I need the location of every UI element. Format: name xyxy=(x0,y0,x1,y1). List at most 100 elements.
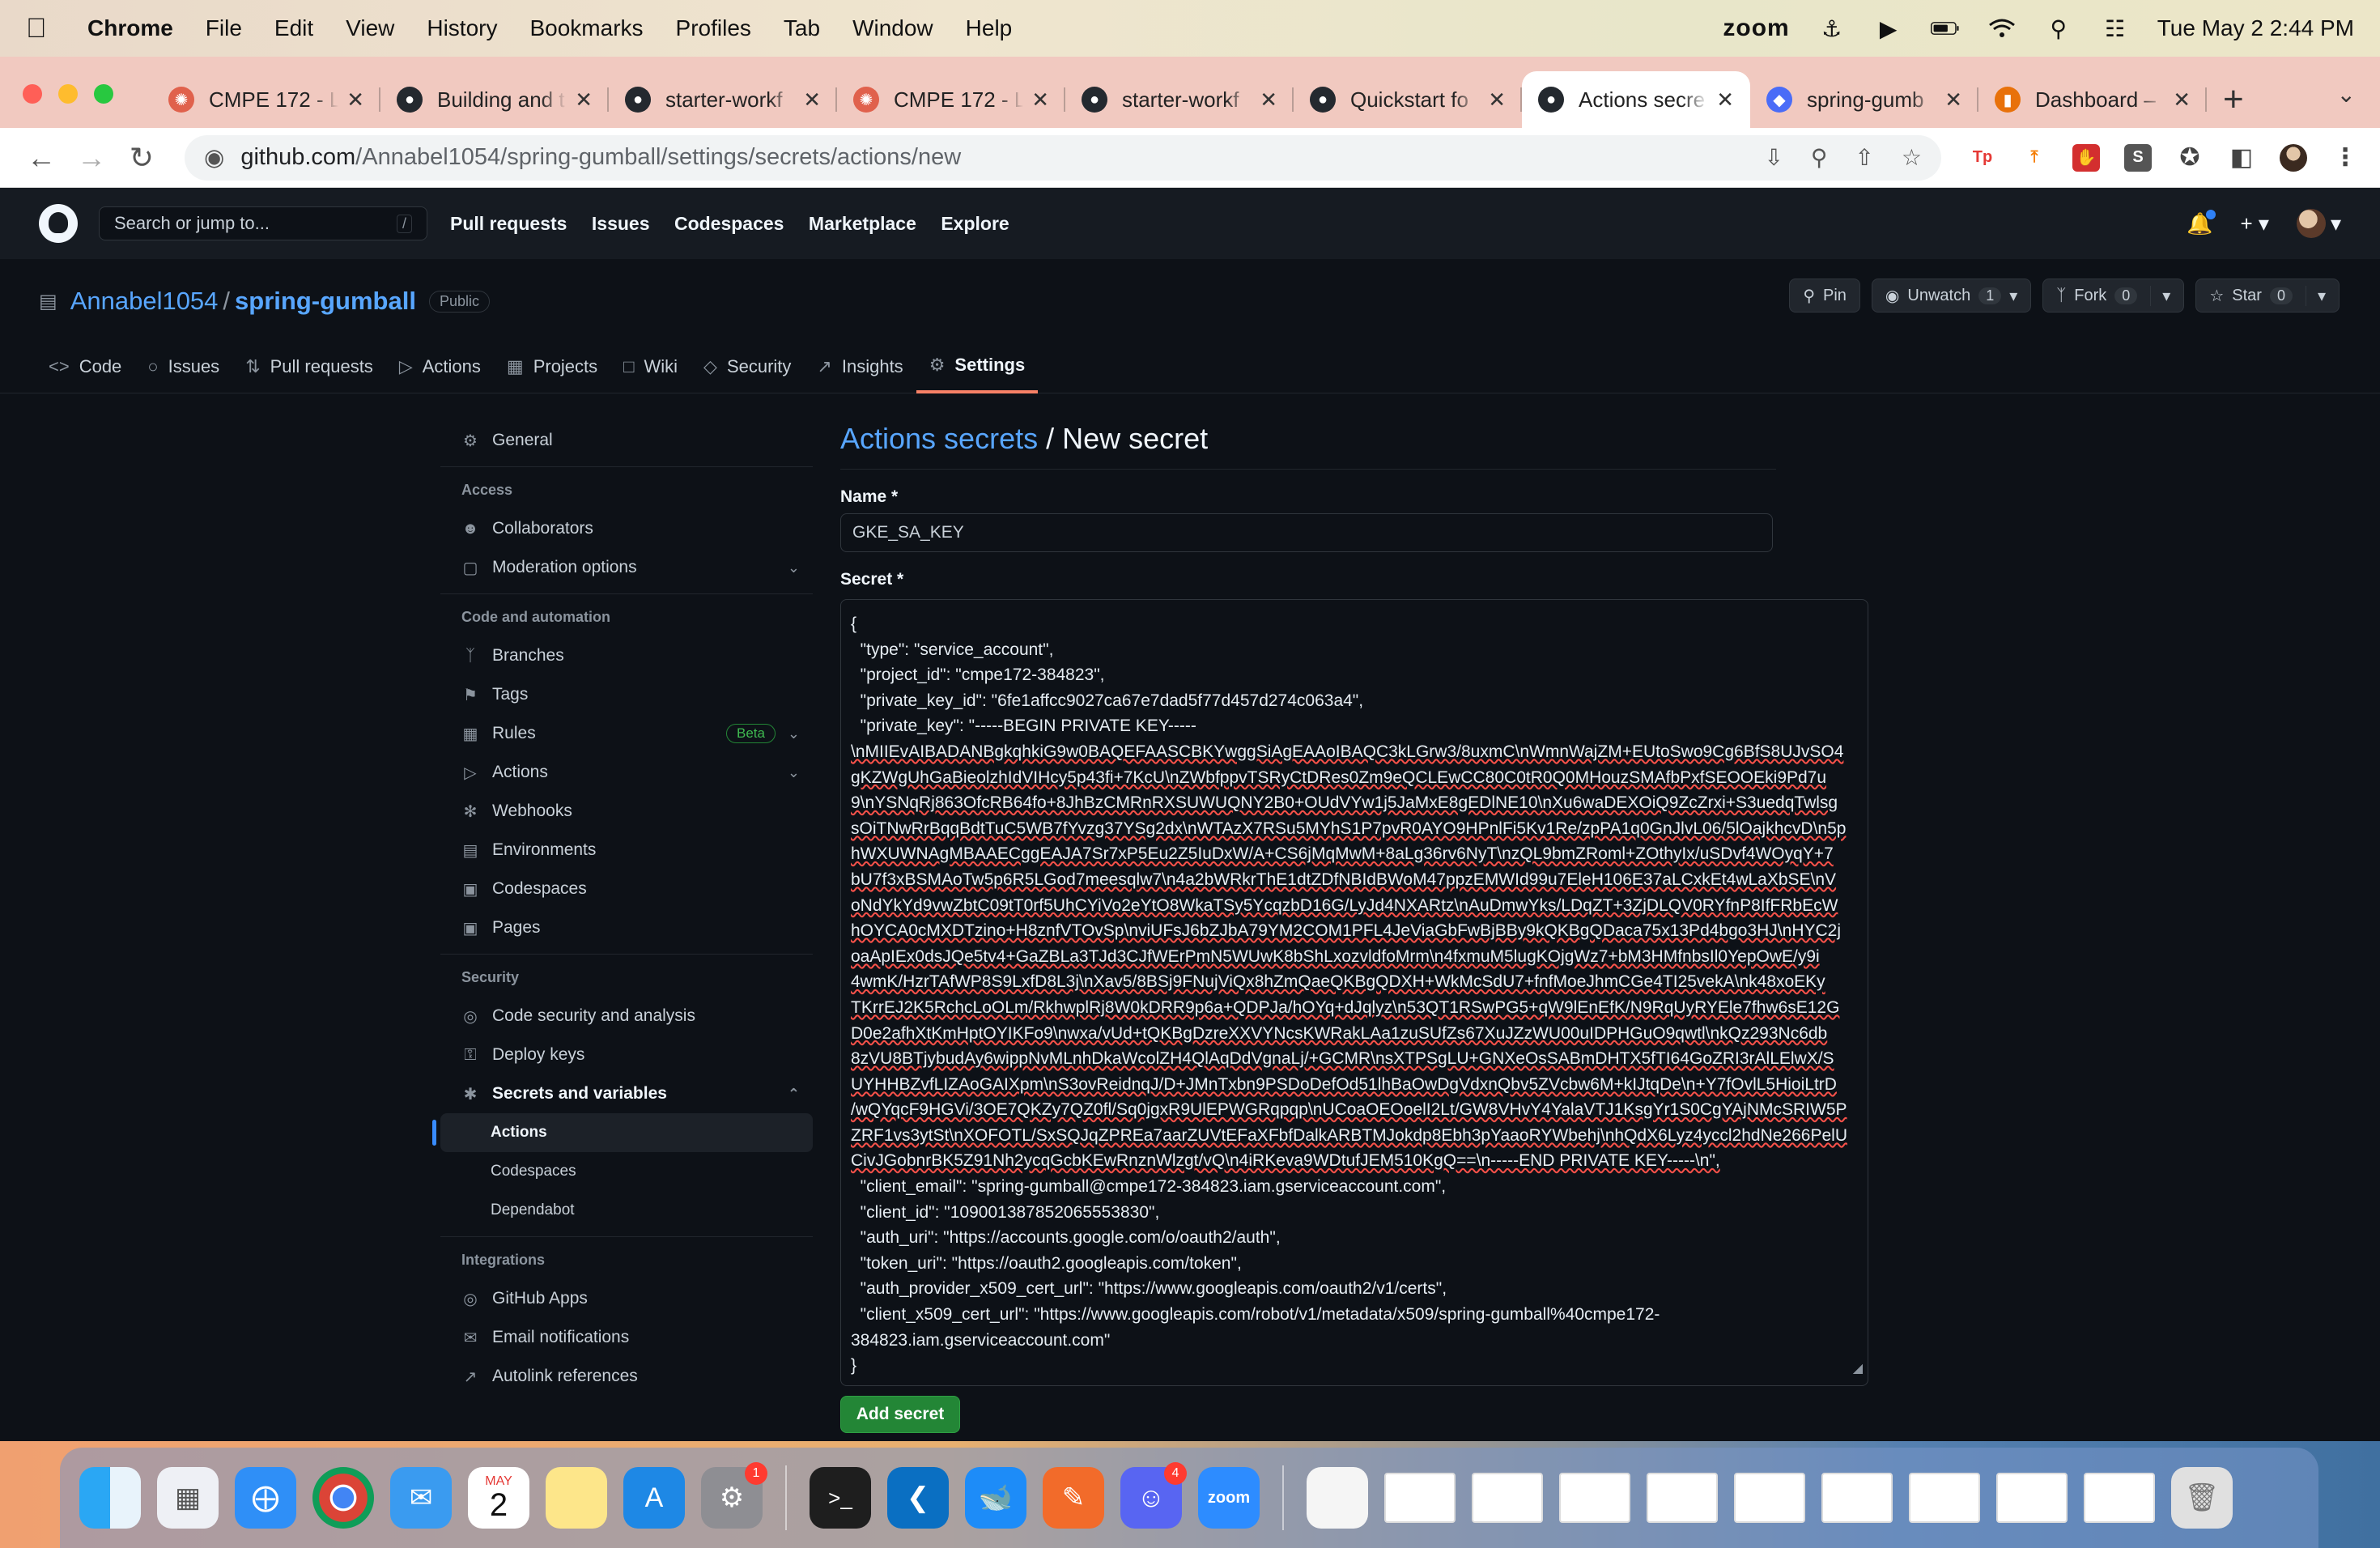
app-store-icon[interactable]: A xyxy=(623,1467,685,1529)
sidebar-item-email-notifications[interactable]: ✉ Email notifications xyxy=(440,1318,813,1357)
share-icon[interactable]: ⇧ xyxy=(1855,144,1873,171)
vscode-icon[interactable]: ❮ xyxy=(887,1467,949,1529)
chevron-down-icon[interactable]: ▾ xyxy=(2150,285,2170,306)
close-tab-icon[interactable]: ✕ xyxy=(1944,87,1962,113)
window-thumbnail[interactable] xyxy=(1559,1473,1630,1523)
close-tab-icon[interactable]: ✕ xyxy=(2173,87,2191,113)
chrome-menu-icon[interactable]: ⋮ xyxy=(2331,143,2359,172)
mail-icon[interactable]: ✉ xyxy=(390,1467,452,1529)
maximize-window-icon[interactable] xyxy=(94,84,113,104)
close-tab-icon[interactable]: ✕ xyxy=(1260,87,1277,113)
tab-projects[interactable]: ▦ Projects xyxy=(494,340,610,393)
reload-icon[interactable]: ↻ xyxy=(121,141,162,175)
window-thumbnail[interactable] xyxy=(1996,1473,2068,1523)
tab-security[interactable]: ◇ Security xyxy=(691,340,804,393)
menu-tab[interactable]: Tab xyxy=(784,15,820,41)
address-bar[interactable]: ◉ github.com/Annabel1054/spring-gumball/… xyxy=(185,134,1941,181)
sidebar-item-tags[interactable]: ⚑ Tags xyxy=(440,675,813,714)
tab-code[interactable]: <> Code xyxy=(36,340,134,393)
close-tab-icon[interactable]: ✕ xyxy=(1488,87,1506,113)
spotlight-search-icon[interactable]: ⚲ xyxy=(2044,16,2073,41)
extensions-puzzle-icon[interactable]: ✪ xyxy=(2176,143,2204,172)
close-tab-icon[interactable]: ✕ xyxy=(1716,87,1734,113)
nav-codespaces[interactable]: Codespaces xyxy=(674,213,784,234)
zoom-icon[interactable]: ⚲ xyxy=(1811,144,1828,171)
close-tab-icon[interactable]: ✕ xyxy=(575,87,593,113)
fork-button[interactable]: ᛉ Fork 0 ▾ xyxy=(2042,279,2185,313)
menu-history[interactable]: History xyxy=(427,15,497,41)
menu-help[interactable]: Help xyxy=(966,15,1013,41)
apple-menu-icon[interactable]:  xyxy=(26,13,58,45)
sidebar-item-actions[interactable]: ▷ Actions ⌄ xyxy=(440,753,813,792)
sidebar-item-moderation[interactable]: ▢ Moderation options ⌄ xyxy=(440,548,813,587)
browser-tab-active[interactable]: ● Actions secre ✕ xyxy=(1522,71,1750,128)
chevron-down-icon[interactable]: ▾ xyxy=(2305,285,2326,306)
tab-wiki[interactable]: □ Wiki xyxy=(610,340,691,393)
browser-tab[interactable]: ✺ CMPE 172 - L ✕ xyxy=(837,71,1065,128)
notifications-bell-icon[interactable]: 🔔 xyxy=(2187,209,2216,236)
finder-icon[interactable] xyxy=(79,1467,141,1529)
secret-name-input[interactable]: GKE_SA_KEY xyxy=(840,513,1773,552)
nav-explore[interactable]: Explore xyxy=(941,213,1009,234)
sidebar-subitem-dependabot[interactable]: Dependabot xyxy=(440,1191,813,1230)
tab-insights[interactable]: ↗ Insights xyxy=(804,340,916,393)
github-logo-icon[interactable] xyxy=(39,204,78,243)
discord-icon[interactable]: ☺ 4 xyxy=(1120,1462,1187,1529)
window-thumbnail[interactable] xyxy=(1384,1473,1456,1523)
search-input[interactable]: Search or jump to... / xyxy=(99,206,427,240)
back-icon[interactable]: ← xyxy=(21,141,62,175)
extension-tp-icon[interactable]: Tp xyxy=(1969,143,1996,172)
menu-bookmarks[interactable]: Bookmarks xyxy=(529,15,643,41)
terminal-icon[interactable]: >_ xyxy=(810,1467,871,1529)
sidebar-item-environments[interactable]: ▤ Environments xyxy=(440,831,813,870)
install-app-icon[interactable]: ⇩ xyxy=(1764,144,1783,171)
secret-value-textarea[interactable]: { "type": "service_account", "project_id… xyxy=(840,599,1868,1386)
extension-adblock-icon[interactable]: ✋ xyxy=(2072,143,2100,172)
menu-window[interactable]: Window xyxy=(852,15,933,41)
close-tab-icon[interactable]: ✕ xyxy=(346,87,364,113)
system-settings-icon[interactable]: ⚙ 1 xyxy=(701,1462,767,1529)
notes-icon[interactable] xyxy=(546,1467,607,1529)
window-thumbnail[interactable] xyxy=(2084,1473,2155,1523)
browser-tab[interactable]: ● Quickstart fo ✕ xyxy=(1294,71,1522,128)
create-new-icon[interactable]: + ▾ xyxy=(2240,211,2268,236)
sidebar-item-autolink[interactable]: ↗ Autolink references xyxy=(440,1357,813,1396)
window-thumbnail[interactable] xyxy=(1909,1473,1980,1523)
sidebar-item-github-apps[interactable]: ◎ GitHub Apps xyxy=(440,1279,813,1318)
control-center-icon[interactable]: ☷ xyxy=(2101,16,2130,41)
nav-marketplace[interactable]: Marketplace xyxy=(809,213,916,234)
add-secret-button[interactable]: Add secret xyxy=(840,1396,960,1433)
docker-icon[interactable]: 🐋 xyxy=(965,1467,1026,1529)
menu-profiles[interactable]: Profiles xyxy=(676,15,751,41)
nav-issues[interactable]: Issues xyxy=(592,213,650,234)
sidebar-item-deploy-keys[interactable]: ⚿ Deploy keys xyxy=(440,1036,813,1074)
sidebar-item-secrets[interactable]: ✱ Secrets and variables ⌃ xyxy=(440,1074,813,1113)
close-window-icon[interactable] xyxy=(23,84,42,104)
extension-s-icon[interactable]: S xyxy=(2124,143,2152,172)
zoom-app-icon[interactable]: zoom xyxy=(1198,1467,1260,1529)
wifi-icon[interactable] xyxy=(1987,17,2017,40)
launchpad-icon[interactable]: ▦ xyxy=(157,1467,219,1529)
minimize-window-icon[interactable] xyxy=(58,84,78,104)
safari-icon[interactable]: ⨁ xyxy=(235,1467,296,1529)
sidebar-subitem-codespaces[interactable]: Codespaces xyxy=(440,1152,813,1191)
browser-tab[interactable]: ● starter-workf ✕ xyxy=(1065,71,1294,128)
bookmark-star-icon[interactable]: ☆ xyxy=(1902,144,1922,171)
browser-tab[interactable]: ● Building and t ✕ xyxy=(380,71,609,128)
nav-pull-requests[interactable]: Pull requests xyxy=(450,213,567,234)
zoom-menubar-icon[interactable]: zoom xyxy=(1723,15,1789,42)
docker-icon[interactable]: ⚓ xyxy=(1817,16,1847,41)
repo-name-link[interactable]: spring-gumball xyxy=(235,287,416,316)
side-panel-icon[interactable]: ◧ xyxy=(2228,143,2255,172)
play-icon[interactable]: ▶ xyxy=(1874,16,1903,41)
user-menu[interactable]: ▾ xyxy=(2296,209,2341,238)
tab-settings[interactable]: ⚙ Settings xyxy=(916,340,1039,393)
window-thumbnail[interactable] xyxy=(1821,1473,1893,1523)
browser-tab[interactable]: ✺ CMPE 172 - L ✕ xyxy=(152,71,380,128)
extension-arrow-icon[interactable]: ⤒ xyxy=(2021,143,2048,172)
sidebar-item-webhooks[interactable]: ✻ Webhooks xyxy=(440,792,813,831)
sidebar-item-collaborators[interactable]: ☻ Collaborators xyxy=(440,509,813,548)
menu-app-chrome[interactable]: Chrome xyxy=(87,15,173,41)
window-thumbnail[interactable] xyxy=(1472,1473,1543,1523)
tab-search-chevron-icon[interactable]: ⌄ xyxy=(2337,81,2356,108)
